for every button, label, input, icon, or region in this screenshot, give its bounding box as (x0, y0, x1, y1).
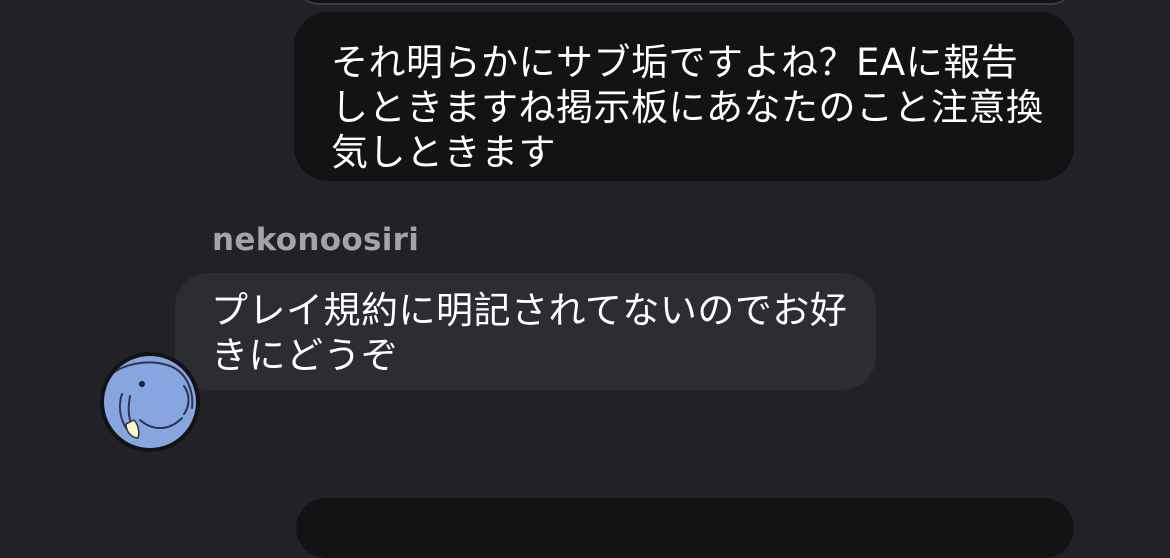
previous-message-bubble (296, 0, 1074, 5)
sent-message-bubble[interactable]: それ明らかにサブ垢ですよね？EAに報告しときますね掲示板にあなたのこと注意換気し… (294, 12, 1074, 181)
avatar[interactable] (100, 352, 200, 452)
sender-username[interactable]: nekonoosiri (212, 222, 419, 258)
received-message-bubble[interactable]: プレイ規約に明記されてないのでお好きにどうぞ (175, 273, 876, 390)
next-message-bubble (296, 498, 1074, 558)
elephant-icon (104, 356, 196, 448)
